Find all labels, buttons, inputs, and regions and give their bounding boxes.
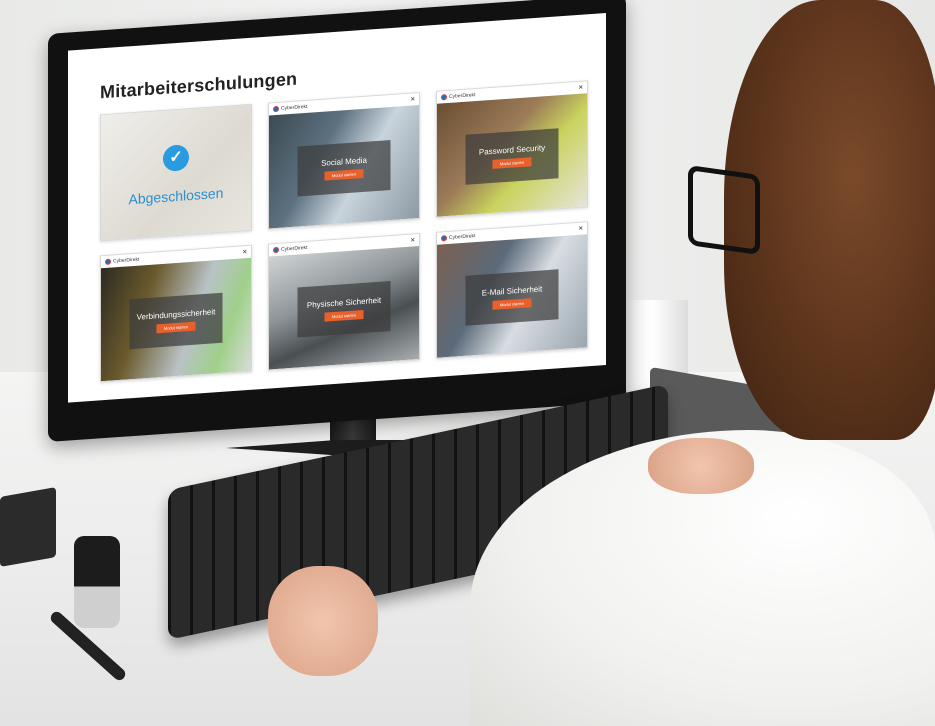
course-card-social-media[interactable]: CyberDirekt × Social Media Modul starten: [268, 91, 420, 230]
course-card-verbindungssicherheit[interactable]: CyberDirekt × Verbindungssicherheit Modu…: [100, 244, 252, 383]
cyberdirekt-logo: CyberDirekt: [441, 92, 476, 101]
course-card-completed[interactable]: ✓ Abgeschlossen: [100, 103, 252, 242]
start-module-button[interactable]: Modul starten: [156, 321, 196, 334]
close-icon[interactable]: ×: [410, 235, 415, 244]
screen: Mitarbeiterschulungen ✓ Abgeschlossen Cy…: [68, 12, 606, 403]
brand-label: CyberDirekt: [449, 92, 476, 100]
stapler: [74, 536, 120, 628]
brand-label: CyberDirekt: [113, 256, 140, 265]
close-icon[interactable]: ×: [410, 94, 415, 103]
left-hand: [268, 566, 378, 676]
course-title: E-Mail Sicherheit: [481, 284, 543, 298]
close-icon[interactable]: ×: [578, 83, 583, 92]
monitor: Mitarbeiterschulungen ✓ Abgeschlossen Cy…: [48, 0, 626, 442]
course-overlay: Physische Sicherheit Modul starten: [297, 281, 391, 338]
right-hand: [648, 438, 754, 494]
brand-label: CyberDirekt: [281, 103, 308, 112]
brand-label: CyberDirekt: [449, 233, 476, 241]
course-overlay: Password Security Modul starten: [465, 128, 559, 185]
cyberdirekt-logo-icon: [273, 105, 279, 113]
brand-label: CyberDirekt: [281, 244, 308, 253]
course-overlay: Verbindungssicherheit Modul starten: [129, 292, 223, 350]
course-card-email-sicherheit[interactable]: CyberDirekt × E-Mail Sicherheit Modul st…: [436, 221, 588, 359]
cyberdirekt-logo: CyberDirekt: [105, 256, 140, 266]
course-title: Physische Sicherheit: [306, 295, 382, 310]
course-title: Password Security: [478, 143, 546, 157]
start-module-button[interactable]: Modul starten: [324, 168, 364, 181]
page-title: Mitarbeiterschulungen: [100, 68, 298, 103]
cyberdirekt-logo-icon: [441, 235, 447, 242]
start-module-button[interactable]: Modul starten: [492, 298, 532, 310]
close-icon[interactable]: ×: [578, 224, 583, 233]
cyberdirekt-logo: CyberDirekt: [441, 233, 476, 242]
cyberdirekt-logo-icon: [441, 94, 447, 101]
course-overlay: Social Media Modul starten: [297, 140, 391, 197]
cyberdirekt-logo: CyberDirekt: [273, 103, 308, 113]
cyberdirekt-logo-icon: [273, 246, 279, 254]
cyberdirekt-logo-icon: [105, 258, 111, 266]
course-title: Verbindungssicherheit: [136, 307, 216, 322]
calculator: [0, 487, 56, 567]
course-card-physische-sicherheit[interactable]: CyberDirekt × Physische Sicherheit Modul…: [268, 232, 420, 371]
glasses: [688, 164, 760, 256]
cyberdirekt-logo: CyberDirekt: [273, 244, 308, 254]
course-title: Social Media: [321, 155, 367, 168]
course-grid: ✓ Abgeschlossen CyberDirekt × Social Med…: [100, 80, 588, 383]
start-module-button[interactable]: Modul starten: [324, 309, 364, 322]
course-overlay: E-Mail Sicherheit Modul starten: [465, 269, 559, 326]
start-module-button[interactable]: Modul starten: [492, 157, 532, 169]
close-icon[interactable]: ×: [242, 247, 247, 256]
course-card-password-security[interactable]: CyberDirekt × Password Security Modul st…: [436, 80, 588, 218]
course-image: [101, 104, 251, 241]
